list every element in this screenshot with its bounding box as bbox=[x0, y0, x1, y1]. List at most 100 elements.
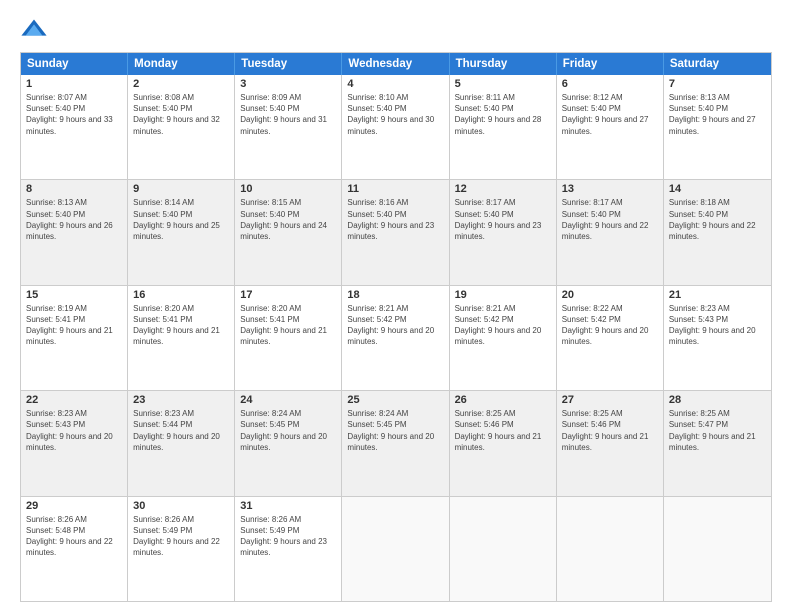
day-number: 2 bbox=[133, 78, 229, 90]
day-number: 11 bbox=[347, 183, 443, 195]
cell-info: Sunrise: 8:23 AMSunset: 5:44 PMDaylight:… bbox=[133, 408, 229, 453]
cell-info: Sunrise: 8:25 AMSunset: 5:47 PMDaylight:… bbox=[669, 408, 766, 453]
calendar-cell: 7 Sunrise: 8:13 AMSunset: 5:40 PMDaylight… bbox=[664, 75, 771, 179]
day-number: 25 bbox=[347, 394, 443, 406]
cell-info: Sunrise: 8:23 AMSunset: 5:43 PMDaylight:… bbox=[26, 408, 122, 453]
day-number: 9 bbox=[133, 183, 229, 195]
day-number: 1 bbox=[26, 78, 122, 90]
calendar-row: 22 Sunrise: 8:23 AMSunset: 5:43 PMDayligh… bbox=[21, 390, 771, 495]
calendar-cell: 8Sunrise: 8:13 AMSunset: 5:40 PMDaylight… bbox=[21, 180, 128, 284]
calendar-cell: 17 Sunrise: 8:20 AMSunset: 5:41 PMDayligh… bbox=[235, 286, 342, 390]
calendar-cell: 1 Sunrise: 8:07 AMSunset: 5:40 PMDaylight… bbox=[21, 75, 128, 179]
cell-info: Sunrise: 8:20 AMSunset: 5:41 PMDaylight:… bbox=[240, 303, 336, 348]
cell-info: Sunrise: 8:12 AMSunset: 5:40 PMDaylight:… bbox=[562, 92, 658, 137]
cell-info: Sunrise: 8:14 AMSunset: 5:40 PMDaylight:… bbox=[133, 197, 229, 242]
page: SundayMondayTuesdayWednesdayThursdayFrid… bbox=[0, 0, 792, 612]
calendar-cell: 26 Sunrise: 8:25 AMSunset: 5:46 PMDayligh… bbox=[450, 391, 557, 495]
day-number: 23 bbox=[133, 394, 229, 406]
cell-info: Sunrise: 8:19 AMSunset: 5:41 PMDaylight:… bbox=[26, 303, 122, 348]
day-number: 15 bbox=[26, 289, 122, 301]
cell-info: Sunrise: 8:23 AMSunset: 5:43 PMDaylight:… bbox=[669, 303, 766, 348]
day-number: 13 bbox=[562, 183, 658, 195]
calendar-cell: 11 Sunrise: 8:16 AMSunset: 5:40 PMDayligh… bbox=[342, 180, 449, 284]
calendar-cell: 23 Sunrise: 8:23 AMSunset: 5:44 PMDayligh… bbox=[128, 391, 235, 495]
cell-info: Sunrise: 8:24 AMSunset: 5:45 PMDaylight:… bbox=[240, 408, 336, 453]
calendar-row: 8Sunrise: 8:13 AMSunset: 5:40 PMDaylight… bbox=[21, 179, 771, 284]
cell-info: Sunrise: 8:07 AMSunset: 5:40 PMDaylight:… bbox=[26, 92, 122, 137]
header-cell-thursday: Thursday bbox=[450, 53, 557, 75]
calendar-cell: 6 Sunrise: 8:12 AMSunset: 5:40 PMDaylight… bbox=[557, 75, 664, 179]
calendar-cell: 5 Sunrise: 8:11 AMSunset: 5:40 PMDaylight… bbox=[450, 75, 557, 179]
calendar-cell: 14Sunrise: 8:18 AMSunset: 5:40 PMDayligh… bbox=[664, 180, 771, 284]
cell-info: Sunrise: 8:21 AMSunset: 5:42 PMDaylight:… bbox=[455, 303, 551, 348]
calendar-cell: 18 Sunrise: 8:21 AMSunset: 5:42 PMDayligh… bbox=[342, 286, 449, 390]
calendar-cell: 4 Sunrise: 8:10 AMSunset: 5:40 PMDaylight… bbox=[342, 75, 449, 179]
cell-info: Sunrise: 8:26 AMSunset: 5:49 PMDaylight:… bbox=[240, 514, 336, 559]
day-number: 7 bbox=[669, 78, 766, 90]
day-number: 21 bbox=[669, 289, 766, 301]
day-number: 19 bbox=[455, 289, 551, 301]
logo-icon bbox=[20, 16, 48, 44]
day-number: 28 bbox=[669, 394, 766, 406]
calendar-cell: 15 Sunrise: 8:19 AMSunset: 5:41 PMDayligh… bbox=[21, 286, 128, 390]
day-number: 30 bbox=[133, 500, 229, 512]
cell-info: Sunrise: 8:10 AMSunset: 5:40 PMDaylight:… bbox=[347, 92, 443, 137]
cell-info: Sunrise: 8:25 AMSunset: 5:46 PMDaylight:… bbox=[455, 408, 551, 453]
day-number: 4 bbox=[347, 78, 443, 90]
calendar-cell: 31 Sunrise: 8:26 AMSunset: 5:49 PMDayligh… bbox=[235, 497, 342, 601]
header-cell-monday: Monday bbox=[128, 53, 235, 75]
cell-info: Sunrise: 8:13 AMSunset: 5:40 PMDaylight:… bbox=[26, 197, 122, 242]
day-number: 16 bbox=[133, 289, 229, 301]
calendar-cell: 16Sunrise: 8:20 AMSunset: 5:41 PMDayligh… bbox=[128, 286, 235, 390]
header-cell-friday: Friday bbox=[557, 53, 664, 75]
day-number: 31 bbox=[240, 500, 336, 512]
calendar-cell: 21 Sunrise: 8:23 AMSunset: 5:43 PMDayligh… bbox=[664, 286, 771, 390]
calendar-cell: 19 Sunrise: 8:21 AMSunset: 5:42 PMDayligh… bbox=[450, 286, 557, 390]
day-number: 6 bbox=[562, 78, 658, 90]
cell-info: Sunrise: 8:16 AMSunset: 5:40 PMDaylight:… bbox=[347, 197, 443, 242]
day-number: 17 bbox=[240, 289, 336, 301]
calendar-cell: 27Sunrise: 8:25 AMSunset: 5:46 PMDayligh… bbox=[557, 391, 664, 495]
header-cell-wednesday: Wednesday bbox=[342, 53, 449, 75]
cell-info: Sunrise: 8:17 AMSunset: 5:40 PMDaylight:… bbox=[562, 197, 658, 242]
cell-info: Sunrise: 8:08 AMSunset: 5:40 PMDaylight:… bbox=[133, 92, 229, 137]
day-number: 20 bbox=[562, 289, 658, 301]
header-cell-tuesday: Tuesday bbox=[235, 53, 342, 75]
calendar-cell: 20Sunrise: 8:22 AMSunset: 5:42 PMDayligh… bbox=[557, 286, 664, 390]
cell-info: Sunrise: 8:24 AMSunset: 5:45 PMDaylight:… bbox=[347, 408, 443, 453]
calendar-row: 15 Sunrise: 8:19 AMSunset: 5:41 PMDayligh… bbox=[21, 285, 771, 390]
cell-info: Sunrise: 8:13 AMSunset: 5:40 PMDaylight:… bbox=[669, 92, 766, 137]
cell-info: Sunrise: 8:11 AMSunset: 5:40 PMDaylight:… bbox=[455, 92, 551, 137]
day-number: 12 bbox=[455, 183, 551, 195]
calendar-cell: 22 Sunrise: 8:23 AMSunset: 5:43 PMDayligh… bbox=[21, 391, 128, 495]
cell-info: Sunrise: 8:21 AMSunset: 5:42 PMDaylight:… bbox=[347, 303, 443, 348]
calendar-body: 1 Sunrise: 8:07 AMSunset: 5:40 PMDaylight… bbox=[21, 75, 771, 601]
calendar-cell: 10Sunrise: 8:15 AMSunset: 5:40 PMDayligh… bbox=[235, 180, 342, 284]
cell-info: Sunrise: 8:25 AMSunset: 5:46 PMDaylight:… bbox=[562, 408, 658, 453]
logo bbox=[20, 16, 52, 44]
cell-info: Sunrise: 8:26 AMSunset: 5:48 PMDaylight:… bbox=[26, 514, 122, 559]
calendar-cell bbox=[664, 497, 771, 601]
calendar-cell: 2 Sunrise: 8:08 AMSunset: 5:40 PMDaylight… bbox=[128, 75, 235, 179]
cell-info: Sunrise: 8:18 AMSunset: 5:40 PMDaylight:… bbox=[669, 197, 766, 242]
calendar-cell: 28 Sunrise: 8:25 AMSunset: 5:47 PMDayligh… bbox=[664, 391, 771, 495]
day-number: 29 bbox=[26, 500, 122, 512]
day-number: 22 bbox=[26, 394, 122, 406]
day-number: 26 bbox=[455, 394, 551, 406]
calendar-row: 29 Sunrise: 8:26 AMSunset: 5:48 PMDayligh… bbox=[21, 496, 771, 601]
calendar-cell: 25 Sunrise: 8:24 AMSunset: 5:45 PMDayligh… bbox=[342, 391, 449, 495]
calendar-cell: 12 Sunrise: 8:17 AMSunset: 5:40 PMDayligh… bbox=[450, 180, 557, 284]
calendar: SundayMondayTuesdayWednesdayThursdayFrid… bbox=[20, 52, 772, 602]
calendar-cell bbox=[342, 497, 449, 601]
day-number: 18 bbox=[347, 289, 443, 301]
calendar-cell: 24Sunrise: 8:24 AMSunset: 5:45 PMDayligh… bbox=[235, 391, 342, 495]
calendar-cell: 9 Sunrise: 8:14 AMSunset: 5:40 PMDaylight… bbox=[128, 180, 235, 284]
cell-info: Sunrise: 8:26 AMSunset: 5:49 PMDaylight:… bbox=[133, 514, 229, 559]
day-number: 5 bbox=[455, 78, 551, 90]
calendar-cell bbox=[450, 497, 557, 601]
cell-info: Sunrise: 8:17 AMSunset: 5:40 PMDaylight:… bbox=[455, 197, 551, 242]
calendar-cell: 3Sunrise: 8:09 AMSunset: 5:40 PMDaylight… bbox=[235, 75, 342, 179]
calendar-cell bbox=[557, 497, 664, 601]
cell-info: Sunrise: 8:09 AMSunset: 5:40 PMDaylight:… bbox=[240, 92, 336, 137]
cell-info: Sunrise: 8:15 AMSunset: 5:40 PMDaylight:… bbox=[240, 197, 336, 242]
